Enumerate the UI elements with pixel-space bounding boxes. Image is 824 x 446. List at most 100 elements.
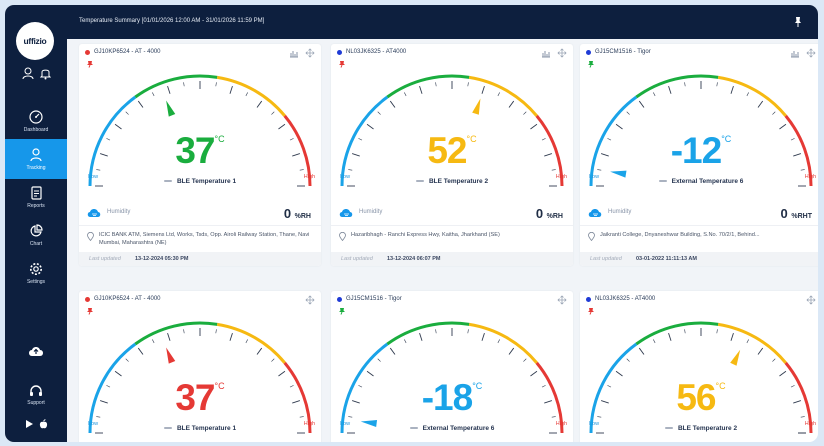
temperature-unit: °C — [721, 134, 732, 144]
report-doc-icon — [30, 185, 42, 200]
gauge-tick — [746, 92, 749, 97]
support-button[interactable]: Support — [5, 385, 67, 406]
gauge-tick — [615, 123, 623, 130]
temperature-number: 52 — [427, 130, 467, 171]
last-updated-row: Last updated 13-12-2024 06:07 PM — [331, 252, 573, 266]
sidebar-item-reports[interactable]: Reports — [5, 177, 67, 217]
sidebar: uffizio Dashboard Tracking Reports Chart… — [5, 5, 67, 442]
gauge-tick — [772, 111, 776, 115]
sensor-name: BLE Temperature 1 — [79, 178, 321, 185]
gauge-tick — [653, 339, 656, 344]
gauge-tick — [508, 347, 515, 355]
humidity-number: 0 — [780, 206, 792, 221]
gauge-tick — [523, 358, 527, 362]
gauge-needle — [472, 98, 481, 115]
gauge-tick — [757, 347, 764, 355]
pin-icon[interactable] — [792, 16, 804, 28]
gauge-arc-segment — [635, 74, 719, 99]
gauge-tick — [730, 86, 734, 94]
app-logo[interactable]: uffizio — [16, 22, 54, 60]
temperature-card[interactable]: GJ10KP6524 - AT - 4000 Low High 37°C BLE Tem… — [79, 44, 321, 266]
apple-icon[interactable] — [39, 419, 48, 429]
gauge-needle — [730, 349, 741, 366]
temperature-unit: °C — [715, 381, 726, 391]
temperature-number: -18 — [421, 377, 473, 418]
gauge-tick — [419, 86, 423, 94]
sensor-mark-icon — [163, 427, 172, 430]
gauge-tick — [271, 358, 275, 362]
temperature-card[interactable]: GJ15CM1516 - Tigor Low High -12°C External T… — [580, 44, 818, 266]
gauge-arc-segment — [216, 75, 286, 117]
sidebar-item-dashboard[interactable]: Dashboard — [5, 101, 67, 141]
gauge-tick — [404, 92, 407, 97]
temperature-number: 37 — [175, 130, 215, 171]
play-store-icon[interactable] — [25, 419, 34, 429]
gauge-tick — [183, 329, 185, 334]
last-updated-row: Last updated 03-01-2022 11:11:13 AM — [580, 252, 818, 266]
gauge-tick — [615, 370, 623, 377]
gauge-tick — [215, 329, 217, 334]
gauge-tick — [668, 86, 672, 94]
gauge-tick — [467, 82, 469, 87]
headset-icon — [30, 385, 42, 396]
temperature-value: 37°C — [79, 130, 321, 172]
gauge-tick — [638, 100, 645, 108]
gauge-arc-segment — [386, 321, 470, 346]
temperature-card[interactable]: GJ15CM1516 - Tigor Low High -18°C External T… — [331, 291, 573, 442]
gauge-arc-segment — [717, 75, 787, 117]
last-updated-label: Last updated — [590, 256, 622, 262]
sensor-label: BLE Temperature 1 — [176, 178, 237, 185]
humidity-unit: %RHT — [791, 213, 812, 220]
sensor-name: External Temperature 6 — [331, 425, 573, 432]
temperature-unit: °C — [466, 134, 477, 144]
gauge-tick — [366, 370, 374, 377]
temperature-value: -12°C — [580, 130, 818, 172]
humidity-row: Humidity 0 %RH — [331, 202, 573, 224]
sensor-name: BLE Temperature 1 — [79, 425, 321, 432]
temperature-number: -12 — [670, 130, 722, 171]
gauge-tick — [215, 82, 217, 87]
sidebar-item-chart[interactable]: Chart — [5, 215, 67, 255]
cloud-upload-button[interactable] — [5, 345, 67, 357]
gauge-tick — [137, 347, 144, 355]
location-pin-icon — [588, 232, 595, 241]
gauge-tick — [245, 92, 248, 97]
gauge-tick — [684, 82, 686, 87]
temperature-value: 52°C — [331, 130, 573, 172]
gauge-tick — [508, 100, 515, 108]
sensor-label: BLE Temperature 2 — [677, 425, 738, 432]
support-label: Support — [27, 400, 45, 406]
gauge-tick — [638, 347, 645, 355]
gauge-tick — [389, 347, 396, 355]
last-updated-label: Last updated — [89, 256, 121, 262]
user-icon[interactable] — [22, 67, 34, 80]
temperature-card[interactable]: NL03JK6325 - AT4000 Low High 56°C BLE Temper… — [580, 291, 818, 442]
gauge-tick — [152, 339, 155, 344]
gauge-tick — [626, 111, 630, 115]
sensor-name: BLE Temperature 2 — [580, 425, 818, 432]
gauge-tick — [152, 92, 155, 97]
gauge-tick — [389, 100, 396, 108]
gauge-arc-segment — [134, 321, 218, 346]
bell-icon[interactable] — [39, 67, 51, 80]
sidebar-item-tracking[interactable]: Tracking — [5, 139, 67, 179]
gauge-tick — [716, 82, 718, 87]
address-row: Hazaribhagh - Ranchi Express Hwy, Kaitha… — [331, 225, 573, 252]
gauge-tick — [435, 82, 437, 87]
temperature-number: 37 — [175, 377, 215, 418]
sensor-mark-icon — [664, 427, 673, 430]
sidebar-item-settings[interactable]: Settings — [5, 253, 67, 293]
gauge-tick — [626, 358, 630, 362]
gauge-tick — [746, 339, 749, 344]
temperature-card[interactable]: NL03JK6325 - AT4000 Low High 52°C BLE Temper… — [331, 44, 573, 266]
gauge-tick — [497, 92, 500, 97]
last-updated-label: Last updated — [341, 256, 373, 262]
sensor-mark-icon — [163, 180, 172, 183]
sensor-label: External Temperature 6 — [671, 178, 744, 185]
sensor-label: External Temperature 6 — [422, 425, 495, 432]
gauge-tick — [377, 358, 381, 362]
temperature-card[interactable]: GJ10KP6524 - AT - 4000 Low High 37°C BLE Tem… — [79, 291, 321, 442]
sidebar-item-label: Dashboard — [23, 126, 49, 133]
humidity-unit: %RH — [294, 213, 311, 220]
gauge-tick — [256, 347, 263, 355]
